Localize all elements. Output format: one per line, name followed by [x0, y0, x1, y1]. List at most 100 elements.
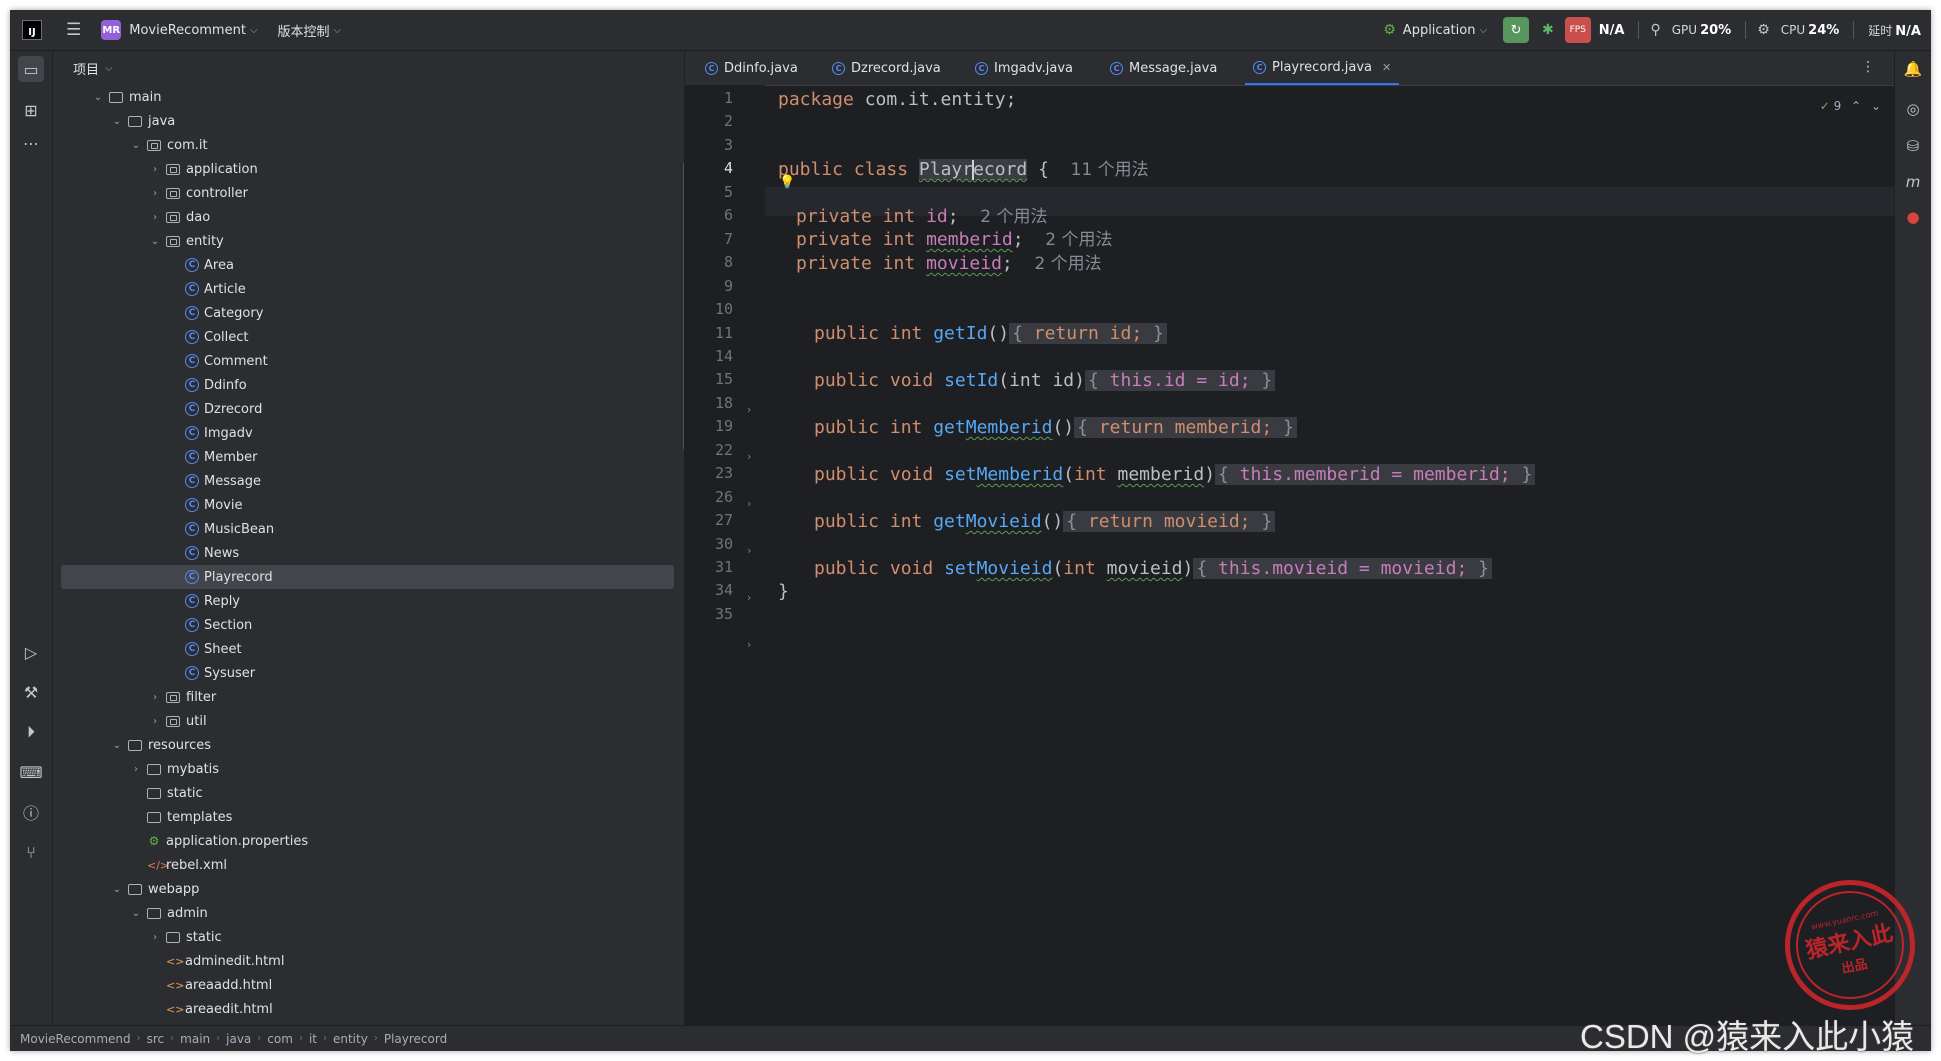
chevron-right-icon[interactable]: › — [148, 932, 162, 943]
tab-dzrecord[interactable]: C Dzrecord.java — [832, 51, 941, 85]
chevron-down-icon[interactable]: ⌄ — [129, 140, 143, 151]
chevron-down-icon[interactable]: ⌄ — [110, 116, 124, 127]
chevron-down-icon[interactable]: ⌵ — [334, 25, 342, 36]
tree-item[interactable]: ›CMessage — [53, 469, 684, 493]
close-icon[interactable]: ✕ — [1382, 61, 1391, 74]
maven-icon[interactable]: m — [1900, 169, 1926, 195]
breadcrumb-item[interactable]: MovieRecommend — [20, 1032, 131, 1046]
tree-item[interactable]: ›<>areaadd.html — [53, 973, 684, 997]
chevron-up-icon[interactable]: ⌃ — [1851, 99, 1861, 113]
tab-message[interactable]: C Message.java — [1110, 51, 1217, 85]
tree-item[interactable]: ⌄ com.it — [53, 133, 684, 157]
more-vertical-icon[interactable]: ⋮ — [1861, 59, 1875, 75]
tree-item[interactable]: ›CSheet — [53, 637, 684, 661]
chevron-down-icon[interactable]: ⌄ — [148, 236, 162, 247]
problems-icon[interactable]: ⓘ — [18, 799, 44, 825]
tree-item[interactable]: ›CArea — [53, 253, 684, 277]
chevron-down-icon[interactable]: ⌄ — [110, 884, 124, 895]
fold-icon[interactable]: › — [747, 450, 751, 463]
tree-item[interactable]: ›static — [53, 925, 684, 949]
structure-icon[interactable]: ⊞ — [18, 97, 44, 123]
tree-item[interactable]: ›CNews — [53, 541, 684, 565]
fold-icon[interactable]: › — [747, 544, 751, 557]
database-icon[interactable]: ⛁ — [1900, 133, 1926, 159]
git-icon[interactable]: ⑂ — [18, 839, 44, 865]
vcs-menu[interactable]: 版本控制 — [278, 21, 330, 40]
project-panel-header[interactable]: 项目 ⌵ — [53, 51, 684, 85]
tree-item[interactable]: ›CPlayrecord — [61, 565, 674, 589]
tree-item[interactable]: ⌄ entity — [53, 229, 684, 253]
tree-item[interactable]: ⌄ main — [53, 85, 684, 109]
chevron-down-icon[interactable]: ⌵ — [1479, 25, 1487, 36]
chevron-right-icon[interactable]: › — [148, 164, 162, 175]
run-config-selector[interactable]: Application — [1403, 23, 1476, 38]
chevron-right-icon[interactable]: › — [148, 692, 162, 703]
chevron-right-icon[interactable]: › — [148, 716, 162, 727]
tab-playrecord[interactable]: C Playrecord.java ✕ — [1245, 51, 1400, 85]
fps-monitor-icon[interactable]: FPS — [1564, 17, 1591, 43]
chevron-down-icon[interactable]: ⌄ — [91, 92, 105, 103]
tree-item[interactable]: ›CCategory — [53, 301, 684, 325]
chevron-down-icon[interactable]: ⌄ — [1871, 99, 1881, 113]
chevron-down-icon[interactable]: ⌵ — [105, 63, 113, 74]
plugin-icon[interactable]: ● — [1900, 204, 1926, 230]
notifications-icon[interactable]: 🔔 — [1900, 56, 1926, 82]
tree-item[interactable]: ›static — [53, 781, 684, 805]
tree-item[interactable]: ›CMusicBean — [53, 517, 684, 541]
tree-item[interactable]: ›CDdinfo — [53, 373, 684, 397]
chevron-right-icon[interactable]: › — [129, 764, 143, 775]
tree-item[interactable]: ›templates — [53, 805, 684, 829]
project-folder-icon[interactable]: ▭ — [18, 56, 44, 82]
tab-ddinfo[interactable]: C Ddinfo.java — [705, 51, 798, 85]
fold-icon[interactable]: › — [747, 638, 751, 651]
more-icon[interactable]: ⋯ — [18, 130, 44, 156]
chevron-right-icon[interactable]: › — [148, 212, 162, 223]
usages-hint[interactable]: 2 个用法 — [1045, 230, 1112, 250]
chevron-down-icon[interactable]: ⌄ — [129, 908, 143, 919]
usages-hint[interactable]: 11 个用法 — [1071, 160, 1149, 180]
tree-item[interactable]: ›<>areaedit.html — [53, 997, 684, 1021]
fold-icon[interactable]: › — [747, 591, 751, 604]
rerun-button[interactable]: ↻ — [1503, 17, 1530, 43]
usages-hint[interactable]: 2 个用法 — [980, 207, 1047, 227]
tree-item[interactable]: ⌄ admin — [53, 901, 684, 925]
tab-imgadv[interactable]: C Imgadv.java — [975, 51, 1073, 85]
main-menu-icon[interactable]: ☰ — [66, 20, 81, 40]
breadcrumb-item[interactable]: java — [226, 1032, 251, 1046]
tree-item[interactable]: ›</>rebel.xml — [53, 853, 684, 877]
tree-item[interactable]: ›<>adminedit.html — [53, 949, 684, 973]
tree-item[interactable]: ›CDzrecord — [53, 397, 684, 421]
folded-block[interactable]: { this.id = id; } — [1084, 370, 1276, 391]
build-icon[interactable]: ⚒ — [18, 679, 44, 705]
breadcrumb-item[interactable]: it — [309, 1032, 317, 1046]
project-panel-title[interactable]: 项目 — [73, 59, 99, 78]
tree-item[interactable]: ›CSection — [53, 613, 684, 637]
tree-item[interactable]: › mybatis — [53, 757, 684, 781]
folded-block[interactable]: { return memberid; } — [1074, 417, 1297, 438]
inspection-widget[interactable]: ✓ 9 ⌃ ⌄ — [1820, 99, 1881, 113]
fold-icon[interactable]: › — [747, 497, 751, 510]
folded-block[interactable]: { return movieid; } — [1063, 511, 1276, 532]
tree-item[interactable]: ⌄ resources — [53, 733, 684, 757]
tree-item[interactable]: › application — [53, 157, 684, 181]
chevron-down-icon[interactable]: ⌄ — [110, 740, 124, 751]
chevron-down-icon[interactable]: ⌵ — [250, 25, 258, 36]
tree-item[interactable]: ⌄ java — [53, 109, 684, 133]
folded-block[interactable]: { this.memberid = memberid; } — [1215, 464, 1536, 485]
terminal-icon[interactable]: ⌨ — [18, 759, 44, 785]
project-badge[interactable]: MR — [101, 20, 122, 40]
tree-item[interactable]: › controller — [53, 181, 684, 205]
breadcrumb-item[interactable]: main — [180, 1032, 210, 1046]
breadcrumb-item[interactable]: src — [147, 1032, 165, 1046]
tree-item[interactable]: › dao — [53, 205, 684, 229]
folded-block[interactable]: { this.movieid = movieid; } — [1193, 558, 1492, 579]
tree-item[interactable]: ›⚙application.properties — [53, 829, 684, 853]
breadcrumb-item[interactable]: Playrecord — [384, 1032, 447, 1046]
chevron-right-icon[interactable]: › — [148, 188, 162, 199]
tree-item[interactable]: › filter — [53, 685, 684, 709]
intellij-logo-icon[interactable]: IJ — [22, 20, 42, 40]
tree-item[interactable]: ›CReply — [53, 589, 684, 613]
usages-hint[interactable]: 2 个用法 — [1034, 254, 1101, 274]
breadcrumb-item[interactable]: entity — [333, 1032, 368, 1046]
run-icon[interactable]: ▷ — [18, 639, 44, 665]
